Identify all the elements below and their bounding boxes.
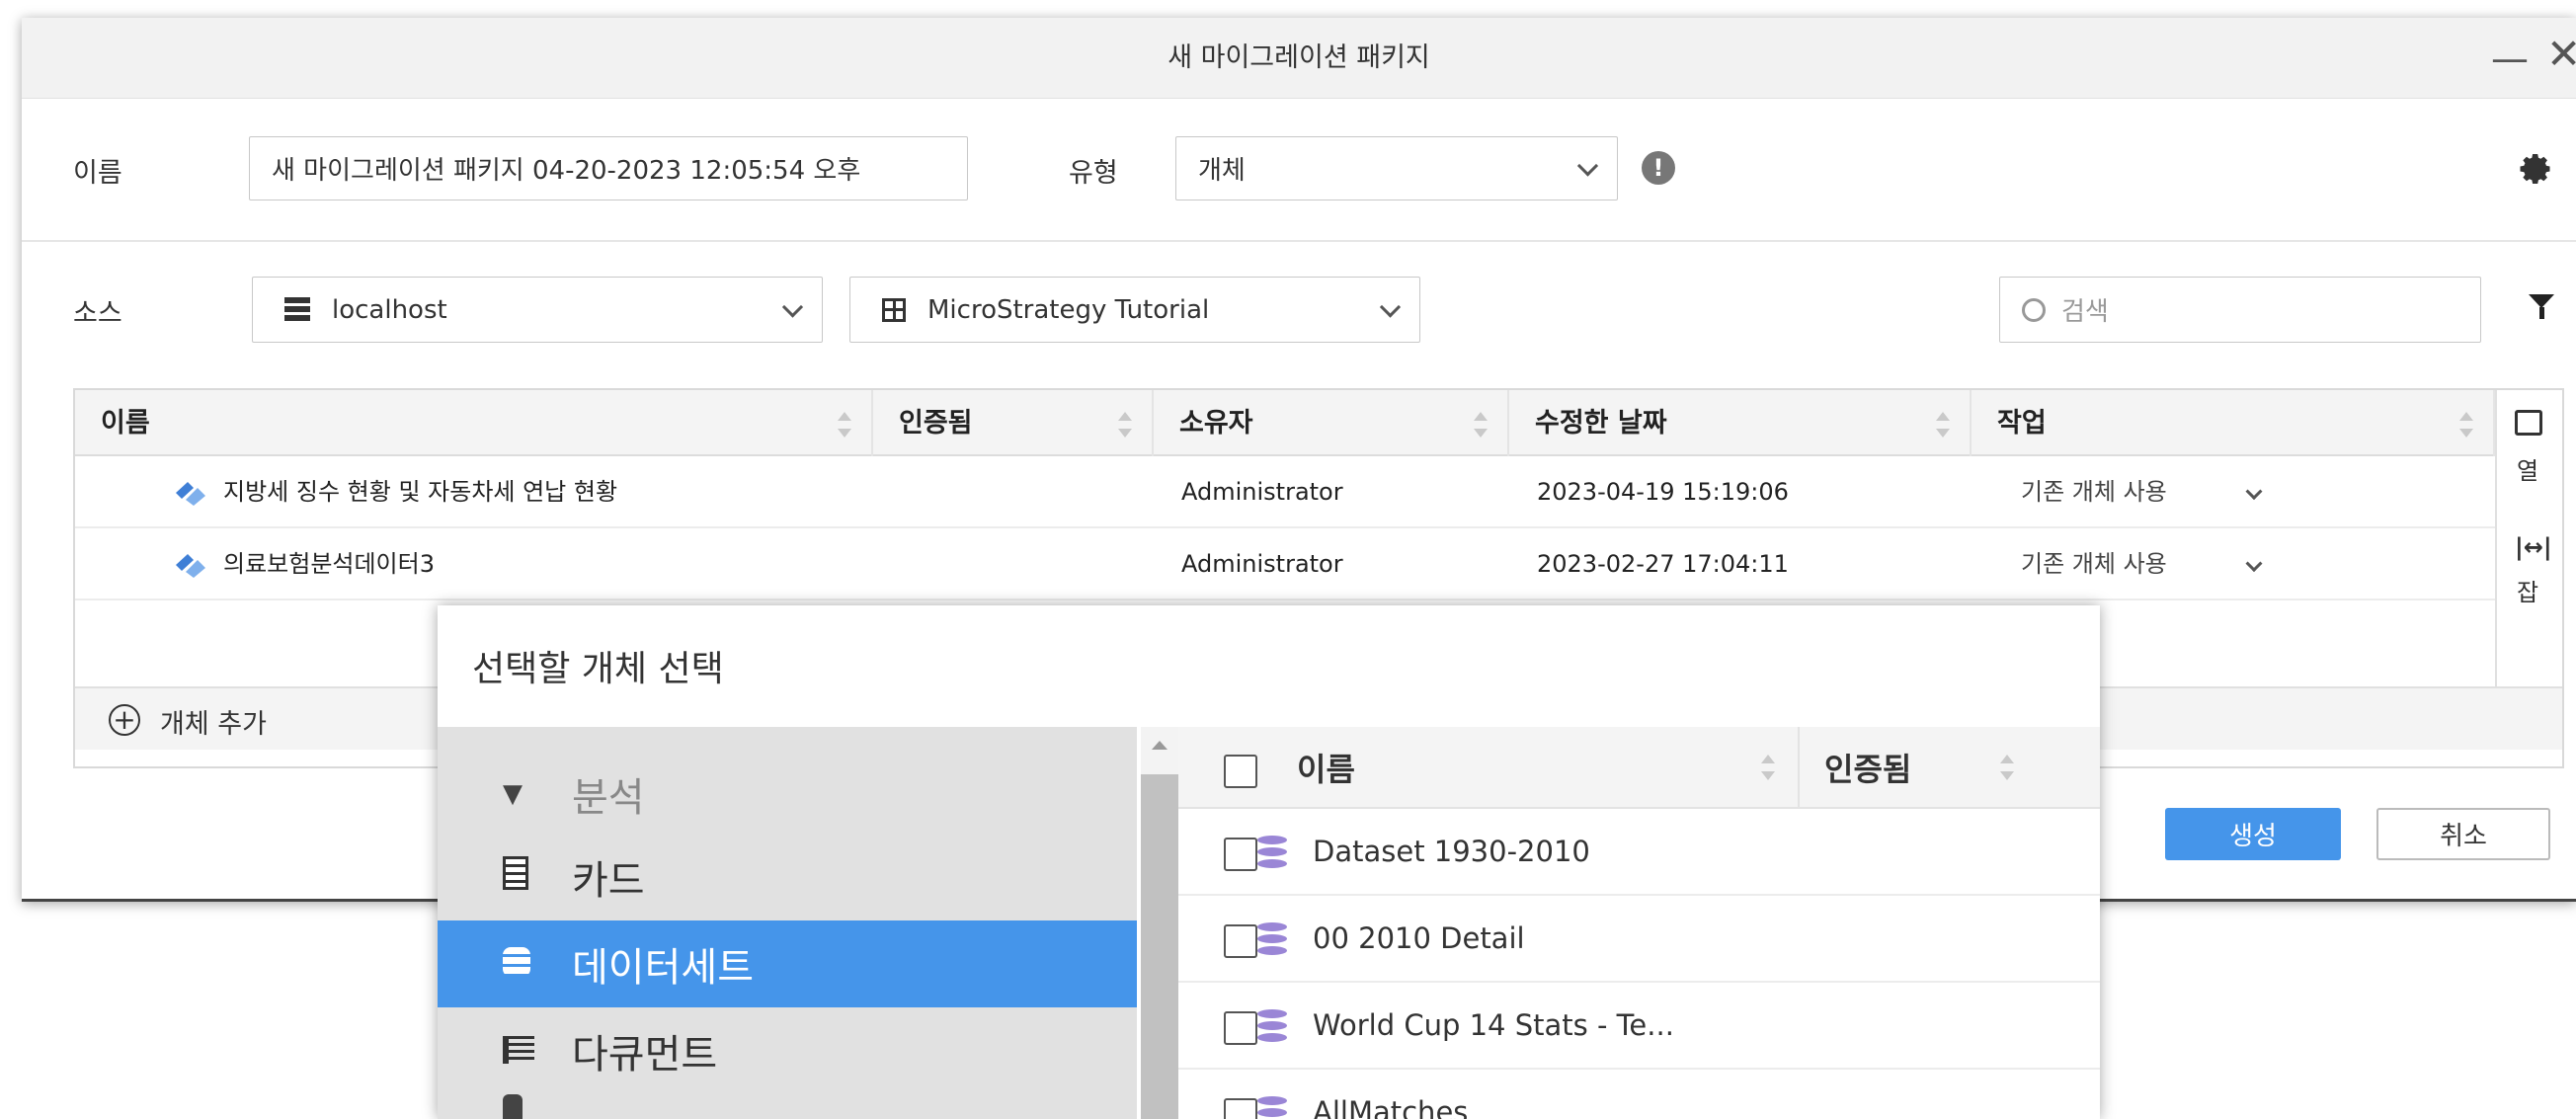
select-all-checkbox[interactable] bbox=[1224, 755, 1257, 788]
column-header-name[interactable]: 이름 bbox=[1297, 745, 1355, 790]
list-item[interactable]: 00 2010 Detail bbox=[1178, 896, 2100, 983]
column-header-modified[interactable]: 수정한 날짜 bbox=[1509, 390, 1972, 456]
filter-icon[interactable] bbox=[2529, 294, 2554, 308]
sort-icon[interactable] bbox=[2459, 412, 2473, 438]
sort-icon[interactable] bbox=[1936, 412, 1950, 438]
tree-item-analysis[interactable]: ▼ 분석 bbox=[438, 755, 1137, 834]
table-row[interactable]: 의료보험분석데이터3 Administrator 2023-02-27 17:0… bbox=[75, 528, 2495, 600]
project-select[interactable]: MicroStrategy Tutorial bbox=[849, 277, 1420, 343]
chevron-down-icon[interactable] bbox=[2245, 483, 2263, 501]
item-name: World Cup 14 Stats - Te... bbox=[1313, 1008, 1674, 1042]
dossier-icon bbox=[174, 478, 205, 508]
database-icon bbox=[503, 942, 572, 986]
package-name-input[interactable]: 새 마이그레이션 패키지 04-20-2023 12:05:54 오후 bbox=[249, 136, 968, 200]
chevron-down-icon[interactable] bbox=[2245, 555, 2263, 573]
name-label: 이름 bbox=[73, 158, 122, 189]
gear-icon[interactable] bbox=[2519, 151, 2554, 187]
close-button[interactable]: ✕ bbox=[2546, 34, 2576, 75]
row-owner: Administrator bbox=[1181, 550, 1343, 578]
chevron-down-icon bbox=[1576, 154, 1599, 177]
grid-side-toolbar: 열 |↔| 잡 bbox=[2495, 390, 2562, 686]
chevron-down-icon bbox=[1379, 295, 1402, 318]
dataset-icon bbox=[1257, 1096, 1287, 1119]
add-object-button[interactable]: 개체 추가 bbox=[160, 702, 267, 741]
package-name-value: 새 마이그레이션 패키지 04-20-2023 12:05:54 오후 bbox=[272, 156, 861, 186]
tree-item-document[interactable]: 다큐먼트 bbox=[438, 1007, 1137, 1094]
row-modified: 2023-04-19 15:19:06 bbox=[1537, 478, 1789, 506]
project-select-value: MicroStrategy Tutorial bbox=[927, 294, 1210, 325]
column-header-action[interactable]: 작업 bbox=[1972, 390, 2495, 456]
card-icon bbox=[503, 855, 572, 899]
tree-scrollbar[interactable] bbox=[1141, 727, 1178, 1119]
project-icon bbox=[882, 297, 906, 322]
object-picker-panel: 선택할 개체 선택 ▼ 분석 카드 데이터세트 다큐먼트 이름 인증됨 Data… bbox=[438, 605, 2100, 1119]
chevron-down-icon bbox=[781, 295, 804, 318]
list-item[interactable]: AllMatches bbox=[1178, 1070, 2100, 1119]
document-icon bbox=[503, 1029, 572, 1073]
row-owner: Administrator bbox=[1181, 478, 1343, 506]
table-row[interactable]: 지방세 징수 현황 및 자동차세 연납 현황 Administrator 202… bbox=[75, 456, 2495, 528]
filter-icon-stem bbox=[2539, 307, 2544, 319]
cancel-button[interactable]: 취소 bbox=[2376, 808, 2550, 860]
object-type-tree: ▼ 분석 카드 데이터세트 다큐먼트 bbox=[438, 727, 1137, 1119]
server-select[interactable]: localhost bbox=[252, 277, 823, 343]
column-header-certified[interactable]: 인증됨 bbox=[1824, 745, 1911, 790]
window-title: 새 마이그레이션 패키지 bbox=[1167, 42, 1430, 73]
list-item[interactable]: World Cup 14 Stats - Te... bbox=[1178, 983, 2100, 1070]
tree-item-dataset[interactable]: 데이터세트 bbox=[438, 920, 1137, 1007]
type-label: 유형 bbox=[1069, 158, 1118, 189]
item-checkbox[interactable] bbox=[1224, 838, 1257, 871]
tree-item-card[interactable]: 카드 bbox=[438, 834, 1137, 920]
item-checkbox[interactable] bbox=[1224, 924, 1257, 958]
sort-icon[interactable] bbox=[838, 412, 851, 438]
create-button[interactable]: 생성 bbox=[2165, 808, 2341, 860]
fit-width-icon[interactable]: |↔| bbox=[2515, 533, 2552, 561]
scroll-up-arrow[interactable] bbox=[1152, 741, 1167, 750]
column-header-certified[interactable]: 인증됨 bbox=[873, 390, 1154, 456]
type-select-value: 개체 bbox=[1198, 156, 1246, 186]
more-icon bbox=[503, 1094, 523, 1119]
sort-icon[interactable] bbox=[1474, 412, 1488, 438]
row-name: 지방세 징수 현황 및 자동차세 연납 현황 bbox=[223, 478, 618, 506]
sort-icon[interactable] bbox=[2000, 755, 2014, 780]
minimize-button[interactable]: — bbox=[2491, 40, 2529, 77]
info-icon[interactable]: ! bbox=[1642, 151, 1675, 185]
item-checkbox[interactable] bbox=[1224, 1098, 1257, 1119]
type-select[interactable]: 개체 bbox=[1175, 136, 1618, 200]
search-placeholder: 검색 bbox=[2061, 297, 2109, 327]
item-name: AllMatches bbox=[1313, 1095, 1469, 1119]
search-input[interactable]: 검색 bbox=[1999, 277, 2481, 343]
sort-icon[interactable] bbox=[1761, 755, 1775, 780]
add-icon[interactable]: + bbox=[109, 704, 140, 736]
source-label: 소스 bbox=[73, 298, 122, 329]
columns-label[interactable]: 열 bbox=[2517, 451, 2538, 486]
dataset-icon bbox=[1257, 836, 1287, 869]
column-header-name[interactable]: 이름 bbox=[75, 390, 873, 456]
row-modified: 2023-02-27 17:04:11 bbox=[1537, 550, 1789, 578]
divider bbox=[22, 240, 2576, 242]
sort-icon[interactable] bbox=[1118, 412, 1132, 438]
caret-down-icon: ▼ bbox=[503, 779, 523, 809]
column-divider bbox=[1798, 727, 1800, 809]
server-icon bbox=[284, 296, 310, 323]
dataset-icon bbox=[1257, 922, 1287, 956]
picker-title: 선택할 개체 선택 bbox=[472, 649, 724, 689]
columns-icon[interactable] bbox=[2515, 410, 2542, 436]
column-header-owner[interactable]: 소유자 bbox=[1154, 390, 1509, 456]
list-header: 이름 인증됨 bbox=[1178, 727, 2100, 809]
row-name: 의료보험분석데이터3 bbox=[223, 550, 435, 578]
dossier-icon bbox=[174, 550, 205, 580]
scrollbar-thumb[interactable] bbox=[1141, 774, 1178, 1119]
item-name: 00 2010 Detail bbox=[1313, 921, 1525, 955]
dataset-icon bbox=[1257, 1009, 1287, 1043]
list-item[interactable]: Dataset 1930-2010 bbox=[1178, 809, 2100, 896]
object-list: 이름 인증됨 Dataset 1930-2010 00 2010 Detail … bbox=[1178, 727, 2100, 1119]
server-select-value: localhost bbox=[332, 294, 447, 325]
item-name: Dataset 1930-2010 bbox=[1313, 835, 1590, 868]
row-action-select[interactable]: 기존 개체 사용 bbox=[2021, 528, 2167, 600]
fit-label[interactable]: 잡 bbox=[2517, 573, 2538, 607]
row-action-select[interactable]: 기존 개체 사용 bbox=[2021, 456, 2167, 528]
search-icon bbox=[2022, 297, 2046, 322]
item-checkbox[interactable] bbox=[1224, 1011, 1257, 1045]
